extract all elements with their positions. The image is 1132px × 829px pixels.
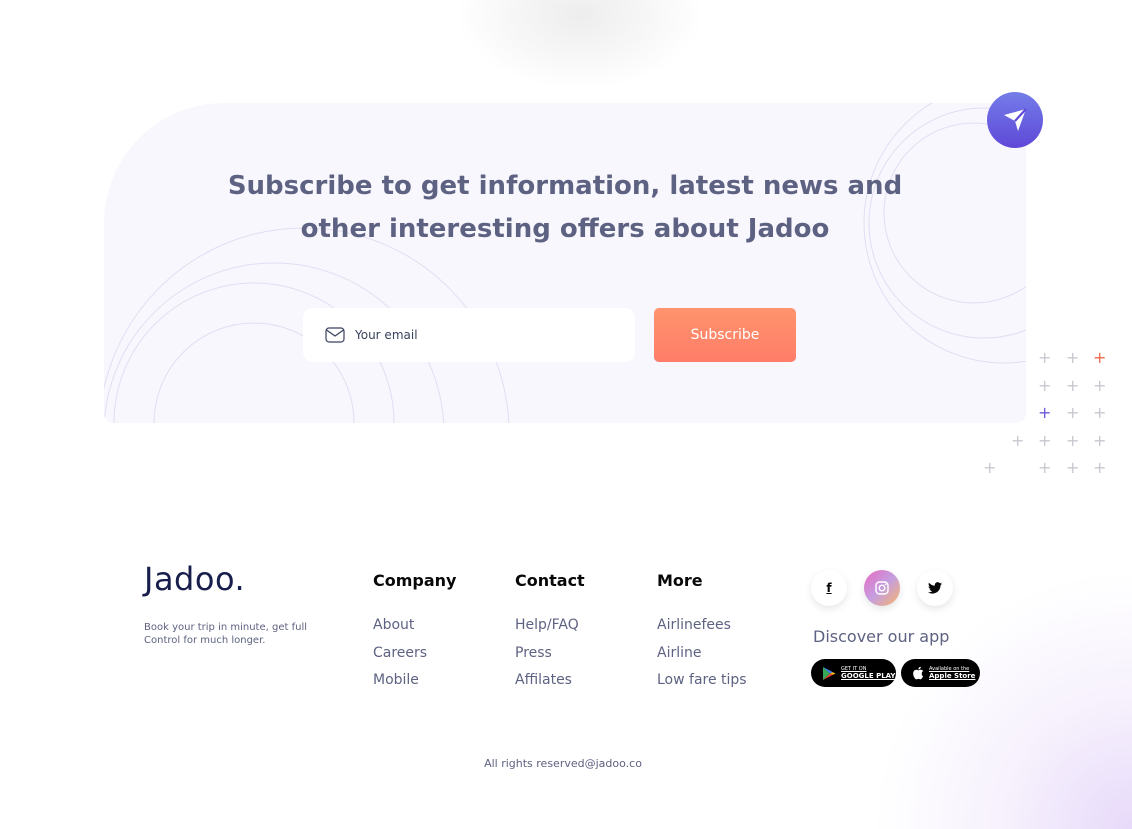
plus-decoration: + [1066,431,1080,450]
discover-app-label: Discover our app [813,627,950,646]
footer-link-help-faq[interactable]: Help/FAQ [515,617,585,635]
email-input[interactable] [355,328,615,342]
subscribe-title: Subscribe to get information, latest new… [227,171,903,244]
footer-link-about[interactable]: About [373,617,456,635]
footer-link-careers[interactable]: Careers [373,645,456,663]
plus-decoration: + [1038,431,1052,450]
instagram-button[interactable] [864,570,900,606]
google-play-icon [823,666,836,680]
subscribe-button[interactable]: Subscribe [654,308,796,362]
plus-decoration: + [1038,403,1052,422]
plus-decoration: + [1011,431,1025,450]
brand-logo[interactable]: Jadoo. [144,560,245,598]
copyright-text: All rights reserved@jadoo.co [484,757,642,770]
twitter-button[interactable] [917,570,953,606]
decorative-rings [104,103,1026,423]
email-field[interactable] [303,308,635,362]
facebook-button[interactable]: f [811,570,847,606]
plus-decoration: + [1038,376,1052,395]
footer-heading: Company [373,571,457,590]
google-play-badge[interactable]: GET IT ON GOOGLE PLAY [811,659,896,687]
subscribe-card: Subscribe to get information, latest new… [104,103,1026,423]
plus-decoration: + [1066,348,1080,367]
decorative-blob [455,0,705,90]
plus-decoration: + [1093,403,1107,422]
decorative-plus-grid: + + + + + + + + + + + + + + + + + [980,348,1110,478]
facebook-icon: f [826,581,832,595]
twitter-icon [928,582,942,594]
google-play-big-text: GOOGLE PLAY [841,672,896,680]
plus-decoration: + [1066,376,1080,395]
footer-column-contact: Contact Help/FAQ Press Affilates [515,571,585,700]
instagram-icon [875,581,889,595]
footer-column-company: Company About Careers Mobile [373,571,456,700]
plus-decoration: + [1066,458,1080,477]
decorative-corner-glow [872,569,1132,829]
plus-decoration: + [1038,458,1052,477]
mail-icon [325,327,345,343]
send-badge [987,92,1043,148]
footer-column-more: More Airlinefees Airline Low fare tips [657,571,747,700]
plus-decoration: + [983,458,997,477]
footer-link-press[interactable]: Press [515,645,585,663]
apple-icon [913,666,924,680]
plus-decoration: + [1093,431,1107,450]
footer-heading: More [657,571,703,590]
footer-link-affiliates[interactable]: Affilates [515,672,585,690]
plus-decoration: + [1093,458,1107,477]
apple-store-big-text: Apple Store [929,672,976,680]
plus-decoration: + [1093,376,1107,395]
footer-link-airlinefees[interactable]: Airlinefees [657,617,747,635]
plus-decoration: + [1093,348,1107,367]
footer-link-airline[interactable]: Airline [657,645,747,663]
footer-link-mobile[interactable]: Mobile [373,672,456,690]
plus-decoration: + [1038,348,1052,367]
apple-store-badge[interactable]: Available on the Apple Store [901,659,980,687]
plus-decoration: + [1066,403,1080,422]
brand-tagline: Book your trip in minute, get full Contr… [144,622,308,646]
paper-plane-icon [1004,108,1027,131]
footer-link-low-fare-tips[interactable]: Low fare tips [657,672,747,690]
footer-heading: Contact [515,571,585,590]
